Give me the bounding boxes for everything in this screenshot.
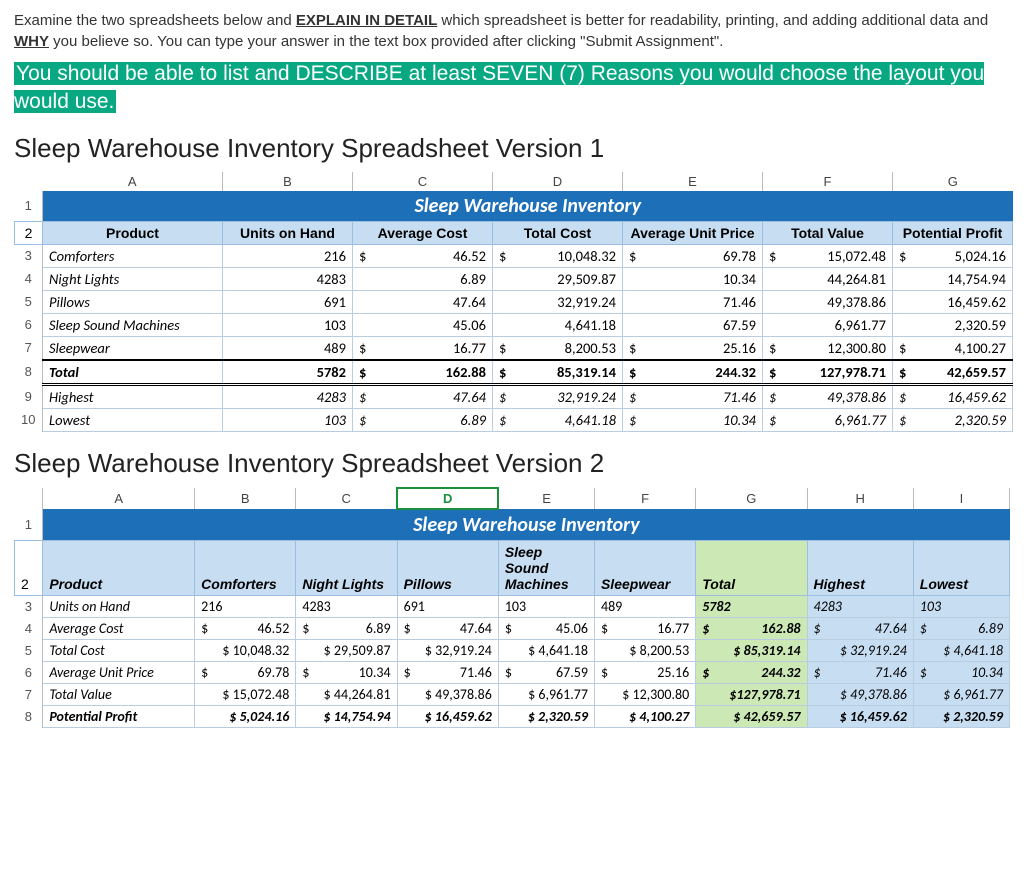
highest-row: 9 Highest4283 $47.64 $32,919.24 $71.46 $…	[15, 384, 1013, 408]
total-row: 8 Total5782 $162.88 $85,319.14 $244.32 $…	[15, 360, 1013, 385]
col-header-row: ABCDEFG	[15, 172, 1013, 191]
table-row: 5 Total Cost $ 10,048.32$ 29,509.87$ 32,…	[15, 639, 1010, 661]
table-row: 6 Average Unit Price $69.78 $10.34 $71.4…	[15, 661, 1010, 683]
sheet-title: Sleep Warehouse Inventory	[43, 191, 1013, 222]
spreadsheet-v2: ABC D EFGHI 1Sleep Warehouse Inventory 2…	[14, 487, 1010, 728]
table-row: 4 Average Cost $46.52 $6.89 $47.64 $45.0…	[15, 617, 1010, 639]
spreadsheet-v1: ABCDEFG 1Sleep Warehouse Inventory 2 Pro…	[14, 172, 1013, 432]
header-row: 2 Product Units on Hand Average Cost Tot…	[15, 221, 1013, 244]
table-row: 4 Night Lights4283 6.8929,509.87 10.3444…	[15, 267, 1013, 290]
col-header-row: ABC D EFGHI	[15, 488, 1010, 509]
table-row: 3 Comforters 216 $46.52 $10,048.32 $69.7…	[15, 244, 1013, 267]
table-row: 3 Units on Hand 2164283691103489 5782 42…	[15, 595, 1010, 617]
lowest-row: 10 Lowest103 $6.89 $4,641.18 $10.34 $6,9…	[15, 408, 1013, 431]
table-row: 7 Total Value $ 15,072.48$ 44,264.81$ 49…	[15, 683, 1010, 705]
potential-profit-row: 8 Potential Profit $ 5,024.16$ 14,754.94…	[15, 705, 1010, 727]
version2-heading: Sleep Warehouse Inventory Spreadsheet Ve…	[14, 448, 1010, 479]
table-row: 6 Sleep Sound Machines103 45.064,641.18 …	[15, 313, 1013, 336]
table-row: 7 Sleepwear489 $16.77 $8,200.53 $25.16 $…	[15, 336, 1013, 360]
table-row: 5 Pillows691 47.6432,919.24 71.4649,378.…	[15, 290, 1013, 313]
sheet-title: Sleep Warehouse Inventory	[43, 509, 1010, 541]
header-row: 2 Product ComfortersNight LightsPillowsS…	[15, 540, 1010, 595]
version1-heading: Sleep Warehouse Inventory Spreadsheet Ve…	[14, 133, 1010, 164]
instructions-paragraph: Examine the two spreadsheets below and E…	[14, 10, 1010, 52]
highlight-instruction: You should be able to list and DESCRIBE …	[14, 60, 1010, 117]
